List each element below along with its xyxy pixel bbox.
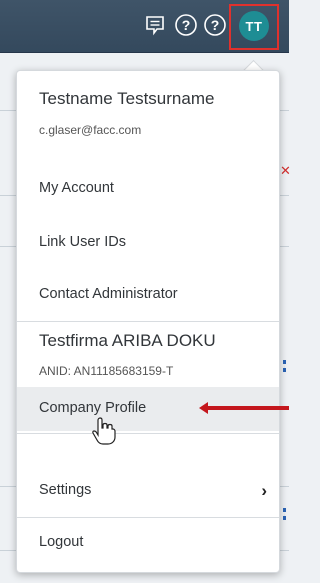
user-menu: Testname Testsurname c.glaser@facc.com M… xyxy=(16,70,280,573)
more-icon xyxy=(283,360,291,372)
menu-item-label: My Account xyxy=(39,180,114,196)
company-anid: ANID: AN11185683159-T xyxy=(39,364,174,378)
menu-item-settings[interactable]: Settings › xyxy=(17,471,279,511)
menu-item-label: Contact Administrator xyxy=(39,286,178,302)
annotation-arrow-head xyxy=(199,402,208,414)
menu-item-link-user-ids[interactable]: Link User IDs xyxy=(17,223,279,263)
menu-item-label: Settings xyxy=(39,482,92,498)
menu-divider xyxy=(17,433,279,434)
menu-item-label: Link User IDs xyxy=(39,234,127,250)
hand-cursor-icon xyxy=(91,416,117,451)
menu-item-contact-administrator[interactable]: Contact Administrator xyxy=(17,275,279,315)
menu-divider xyxy=(17,517,279,518)
menu-item-label: Company Profile xyxy=(39,400,147,416)
more-icon xyxy=(283,508,291,520)
menu-item-logout[interactable]: Logout xyxy=(17,523,279,563)
feedback-icon[interactable] xyxy=(142,12,168,38)
menu-divider xyxy=(17,321,279,322)
annotation-arrow xyxy=(205,406,289,410)
shell-bar: ? ? TT xyxy=(0,0,289,53)
svg-text:?: ? xyxy=(211,17,220,33)
close-icon: ✕ xyxy=(280,163,291,178)
avatar-highlight: TT xyxy=(229,4,279,50)
avatar[interactable]: TT xyxy=(239,11,269,41)
svg-text:?: ? xyxy=(182,17,191,33)
help-icon[interactable]: ? xyxy=(173,12,199,38)
menu-item-label: Logout xyxy=(39,534,84,550)
user-name: Testname Testsurname xyxy=(39,89,215,108)
chevron-right-icon: › xyxy=(261,481,267,500)
menu-item-my-account[interactable]: My Account xyxy=(17,169,279,209)
help-icon[interactable]: ? xyxy=(202,12,228,38)
company-name: Testfirma ARIBA DOKU xyxy=(39,331,216,350)
user-email: c.glaser@facc.com xyxy=(39,123,142,137)
